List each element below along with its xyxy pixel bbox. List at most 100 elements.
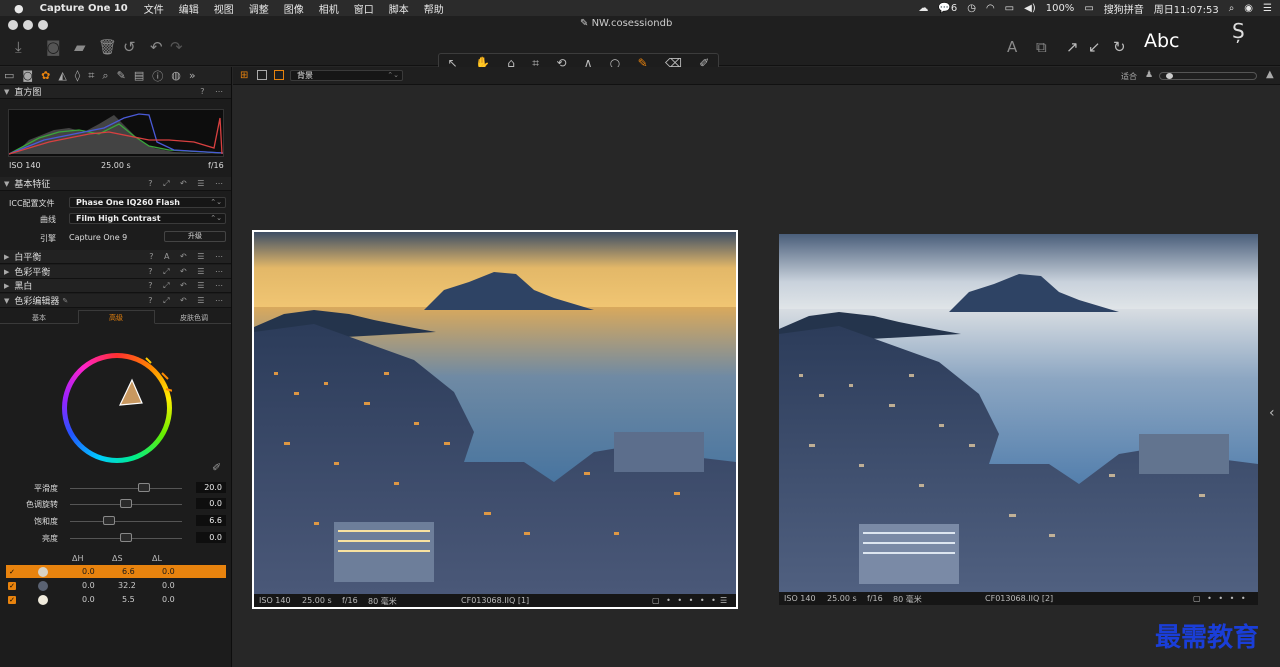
person-icon[interactable]: ♟ [1145, 70, 1153, 80]
camera-icon[interactable]: ◙ [46, 38, 61, 56]
slider-track[interactable] [70, 488, 182, 489]
checkbox-icon[interactable]: ✓ [8, 568, 16, 576]
photo-variant-1[interactable]: ISO 140 25.00 s f/16 80 毫米 CF013068.IIQ … [252, 230, 738, 609]
more-tabs-icon[interactable]: » [189, 69, 196, 82]
section-icons[interactable]: ? ⤢ ↶ ☰ ⋯ [148, 179, 227, 189]
section-icons[interactable]: ? ⤢ ↶ ☰ ⋯ [148, 281, 227, 291]
zoom-in-icon[interactable]: ▲ [1266, 69, 1274, 80]
import-icon[interactable]: ⤓ [15, 38, 22, 56]
color-selection-marker[interactable] [62, 353, 172, 463]
local-adjust-tab-icon[interactable]: ✎ [117, 69, 126, 82]
white-balance-header[interactable]: ▶ 白平衡 ? A ↶ ☰ ⋯ [0, 250, 231, 264]
rating-dots[interactable]: ▢ • • • • • [1193, 594, 1258, 605]
zoom-slider[interactable] [1159, 72, 1257, 80]
search-icon[interactable]: ⌕ [1229, 3, 1235, 14]
details-tab-icon[interactable]: ⌕ [102, 69, 108, 83]
smoothness-value[interactable]: 20.0 [196, 482, 226, 493]
output-tab-icon[interactable]: ◍ [171, 69, 181, 82]
table-row[interactable]: ✓ 0.0 5.5 0.0 [6, 593, 226, 606]
metadata-tab-icon[interactable]: ⓘ [152, 68, 163, 84]
menu-view[interactable]: 视图 [214, 1, 234, 16]
background-select[interactable]: 背景 ⌃⌄ [290, 70, 403, 81]
curve-select[interactable]: Film High Contrast ⌃⌄ [69, 213, 226, 224]
compare-icon[interactable]: ⧉ [1036, 38, 1047, 56]
app-menu[interactable]: Capture One 10 [40, 3, 128, 14]
export-icon[interactable]: ▰ [74, 38, 86, 56]
text-overlay-icon[interactable]: A [1007, 38, 1017, 56]
single-view-icon[interactable] [257, 70, 267, 80]
multi-view-icon[interactable]: ⊞ [240, 70, 248, 81]
zoom-window-button[interactable] [38, 20, 48, 30]
icc-profile-select[interactable]: Phase One IQ260 Flash ⌃⌄ [69, 197, 226, 208]
slider-knob[interactable] [120, 533, 132, 542]
menu-window[interactable]: 窗口 [354, 1, 374, 16]
lens-tab-icon[interactable]: ◊ [75, 69, 80, 82]
wechat-icon[interactable]: 💬6 [938, 3, 957, 14]
tab-basic[interactable]: 基本 [32, 313, 46, 323]
notification-list-icon[interactable]: ☰ [1263, 3, 1272, 14]
hue-rotation-value[interactable]: 0.0 [196, 498, 226, 509]
saturation-value[interactable]: 6.6 [196, 515, 226, 526]
upgrade-button[interactable]: 升级 [164, 231, 226, 242]
table-row[interactable]: ✓ 0.0 32.2 0.0 [6, 579, 226, 592]
color-editor-header[interactable]: ▼ 色彩编辑器 ✎ ? ⤢ ↶ ☰ ⋯ [0, 294, 231, 308]
menu-image[interactable]: 图像 [284, 1, 304, 16]
trash-icon[interactable]: 🗑 [98, 38, 117, 56]
menu-edit[interactable]: 编辑 [179, 1, 199, 16]
reset-adjustments-icon[interactable]: ↻ [1113, 38, 1126, 56]
tab-skin-tone[interactable]: 皮肤色调 [180, 313, 208, 323]
library-tab-icon[interactable]: ▭ [4, 69, 14, 82]
battery-icon[interactable]: ▭ [1084, 3, 1093, 14]
photo-variant-2[interactable]: ISO 140 25.00 s f/16 80 毫米 CF013068.IIQ … [779, 234, 1258, 605]
apple-icon[interactable]: ● [14, 2, 24, 15]
menu-script[interactable]: 脚本 [389, 1, 409, 16]
menu-help[interactable]: 帮助 [424, 1, 444, 16]
cloud-icon[interactable]: ☁ [918, 3, 928, 14]
section-icons[interactable]: ? ⤢ ↶ ☰ ⋯ [148, 296, 227, 306]
volume-icon[interactable]: ◀) [1024, 3, 1036, 14]
airplay-icon[interactable]: ▭ [1005, 3, 1014, 14]
menu-icon[interactable]: ☰ [720, 596, 727, 605]
table-row[interactable]: ✓ 0.0 6.6 0.0 [6, 565, 226, 578]
proof-view-icon[interactable] [274, 70, 284, 80]
section-icons[interactable]: ? ⤢ ↶ ☰ ⋯ [148, 267, 227, 277]
slider-track[interactable] [70, 521, 182, 522]
capture-tab-icon[interactable]: ◙ [22, 69, 33, 82]
section-icons[interactable]: ? A ↶ ☰ ⋯ [149, 252, 227, 261]
menu-file[interactable]: 文件 [144, 1, 164, 16]
histogram-header[interactable]: ▼ 直方图 ? ⋯ [0, 85, 231, 99]
rating-dots[interactable]: ▢ • • • • • [652, 596, 718, 605]
black-white-header[interactable]: ▶ 黑白 ? ⤢ ↶ ☰ ⋯ [0, 279, 231, 293]
clock-datetime[interactable]: 周日11:07:53 [1154, 1, 1219, 16]
color-balance-header[interactable]: ▶ 色彩平衡 ? ⤢ ↶ ☰ ⋯ [0, 265, 231, 279]
clock-icon[interactable]: ◷ [967, 3, 976, 14]
slider-knob[interactable] [138, 483, 150, 492]
checkbox-icon[interactable]: ✓ [8, 582, 16, 590]
tab-advanced[interactable]: 高级 [109, 313, 123, 323]
wifi-icon[interactable]: ◠ [986, 3, 995, 14]
checkbox-icon[interactable]: ✓ [8, 596, 16, 604]
slider-knob[interactable] [120, 499, 132, 508]
apply-adjustments-icon[interactable]: ↙ [1088, 38, 1101, 56]
slider-knob[interactable] [103, 516, 115, 525]
exposure-tab-icon[interactable]: ◭ [58, 69, 66, 82]
composition-tab-icon[interactable]: ⌗ [88, 69, 94, 83]
close-window-button[interactable] [8, 20, 18, 30]
section-icons[interactable]: ? ⋯ [200, 87, 227, 96]
menu-camera[interactable]: 相机 [319, 1, 339, 16]
copy-adjustments-icon[interactable]: ↗ [1066, 38, 1079, 56]
undo-icon[interactable]: ↶ [150, 38, 163, 56]
input-method[interactable]: 搜狗拼音 [1104, 1, 1144, 16]
expand-panel-icon[interactable]: ‹ [1269, 405, 1275, 421]
minimize-window-button[interactable] [23, 20, 33, 30]
color-tab-icon[interactable]: ✿ [41, 69, 50, 82]
adjustments-tab-icon[interactable]: ▤ [134, 69, 144, 82]
basic-characteristics-header[interactable]: ▼ 基本特征 ? ⤢ ↶ ☰ ⋯ [0, 177, 231, 191]
color-picker-icon[interactable]: ✐ [212, 461, 221, 474]
menu-adjust[interactable]: 调整 [249, 1, 269, 16]
lightness-value[interactable]: 0.0 [196, 532, 226, 543]
tab-advanced-box[interactable]: 高级 [78, 310, 155, 324]
redo-icon[interactable]: ↷ [170, 38, 183, 56]
zoom-slider-knob[interactable] [1166, 73, 1173, 79]
siri-icon[interactable]: ◉ [1244, 3, 1253, 14]
